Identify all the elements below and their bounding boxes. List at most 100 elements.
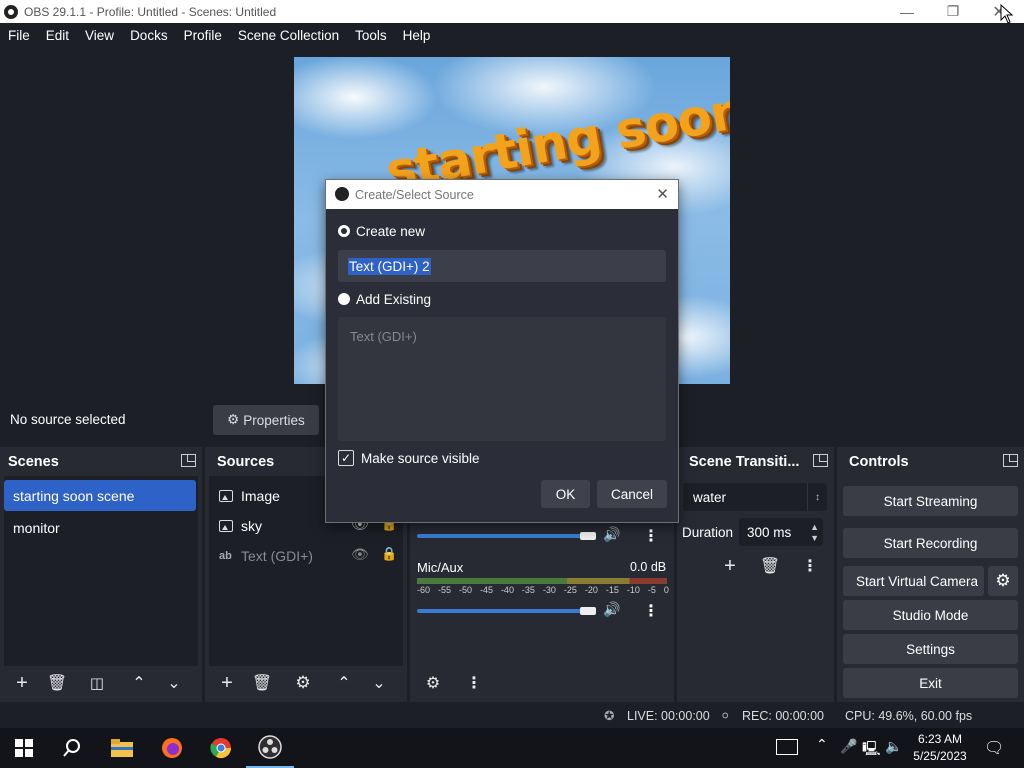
search-icon[interactable]	[48, 728, 96, 768]
speaker-icon[interactable]: 🔊	[603, 601, 620, 618]
close-window-button[interactable]: ✕	[976, 0, 1022, 23]
keyboard-icon[interactable]	[776, 739, 798, 755]
firefox-icon[interactable]	[148, 728, 196, 768]
menu-docks[interactable]: Docks	[122, 28, 176, 43]
add-existing-radio[interactable]	[338, 293, 350, 305]
menu-file[interactable]: File	[0, 28, 38, 43]
chevron-up-icon[interactable]: ⌃	[816, 736, 828, 753]
mixer-settings-button[interactable]: ⚙	[418, 669, 448, 697]
cancel-button[interactable]: Cancel	[597, 480, 667, 508]
lock-icon[interactable]: 🔒	[381, 546, 397, 562]
live-signal-icon: ✪	[604, 709, 615, 723]
source-item-image[interactable]: Image	[219, 484, 329, 508]
source-item-sky[interactable]: sky	[219, 514, 329, 538]
exit-button[interactable]: Exit	[843, 668, 1018, 698]
make-visible-checkbox[interactable]: ✓	[338, 450, 354, 466]
meter-tick: 0	[663, 585, 669, 595]
properties-button[interactable]: ⚙ Properties	[213, 405, 319, 435]
start-recording-button[interactable]: Start Recording	[843, 528, 1018, 558]
chrome-icon[interactable]	[197, 728, 245, 768]
source-item-text[interactable]: ab Text (GDI+)	[219, 544, 329, 568]
speaker-icon[interactable]: 🔊	[603, 526, 620, 543]
microphone-icon[interactable]: 🎤	[840, 738, 857, 755]
transitions-title: Scene Transiti...	[689, 453, 800, 470]
existing-source-item[interactable]: Text (GDI+)	[350, 329, 417, 344]
create-new-radio[interactable]	[338, 225, 350, 237]
meter-tick: -50	[458, 585, 472, 595]
delete-transition-button[interactable]: 🗑	[755, 552, 785, 580]
mic-level-meter	[417, 578, 667, 584]
source-name-input[interactable]: Text (GDI+) 2	[338, 250, 666, 282]
settings-button[interactable]: Settings	[843, 634, 1018, 664]
add-scene-button[interactable]: +	[7, 669, 37, 697]
transition-select[interactable]: water ↕	[683, 483, 827, 511]
start-streaming-button[interactable]: Start Streaming	[843, 486, 1018, 516]
visibility-hidden-icon[interactable]: 👁	[351, 546, 369, 563]
obs-taskbar-icon[interactable]	[246, 728, 294, 768]
move-scene-down-button[interactable]: ⌄	[159, 669, 189, 697]
delete-scene-button[interactable]: 🗑	[42, 669, 72, 697]
clock-time[interactable]: 6:23 AM	[914, 732, 966, 746]
spinner-down-icon[interactable]: ▼	[810, 533, 819, 543]
undock-icon[interactable]	[813, 454, 828, 467]
menu-scene-collection[interactable]: Scene Collection	[230, 28, 347, 43]
meter-tick: -20	[584, 585, 598, 595]
scene-item[interactable]: starting soon scene	[4, 480, 196, 511]
network-icon[interactable]: 🖳	[862, 738, 881, 762]
spinner-up-icon[interactable]: ▲	[810, 522, 819, 532]
menu-profile[interactable]: Profile	[176, 28, 230, 43]
scenes-title: Scenes	[8, 453, 59, 470]
meter-tick: -25	[563, 585, 577, 595]
move-source-down-button[interactable]: ⌄	[364, 669, 394, 697]
volume-slider[interactable]	[417, 534, 585, 538]
notifications-icon[interactable]: 🗨	[984, 738, 1004, 758]
create-select-source-dialog: Create/Select Source ✕ Create new Text (…	[325, 179, 679, 523]
text-icon: ab	[219, 550, 232, 562]
duration-input[interactable]: 300 ms ▲ ▼	[739, 518, 823, 546]
kebab-menu-icon[interactable]: ⋮	[643, 526, 659, 546]
file-explorer-icon[interactable]	[98, 728, 146, 768]
add-transition-button[interactable]: +	[715, 552, 745, 580]
studio-mode-button[interactable]: Studio Mode	[843, 600, 1018, 630]
obs-logo-icon	[4, 4, 18, 19]
add-source-button[interactable]: +	[212, 669, 242, 697]
existing-sources-list: Text (GDI+)	[338, 317, 666, 441]
no-source-label: No source selected	[10, 412, 126, 427]
menu-edit[interactable]: Edit	[38, 28, 77, 43]
clock-date[interactable]: 5/25/2023	[910, 749, 970, 763]
scene-filters-button[interactable]: ◫	[82, 669, 112, 697]
mixer-menu-button[interactable]: ⋮	[459, 669, 489, 697]
kebab-menu-icon[interactable]: ⋮	[643, 601, 659, 621]
mouse-cursor-icon	[1000, 3, 1014, 27]
transition-menu-button[interactable]: ⋮	[795, 552, 825, 580]
close-icon[interactable]: ✕	[656, 185, 669, 203]
ok-button[interactable]: OK	[541, 480, 590, 508]
scene-item[interactable]: monitor	[4, 512, 196, 543]
mic-volume-slider[interactable]	[417, 609, 585, 613]
properties-label: Properties	[243, 412, 305, 428]
source-label: Image	[241, 488, 280, 504]
add-existing-label: Add Existing	[356, 292, 432, 307]
undock-icon[interactable]	[1003, 454, 1018, 467]
maximize-button[interactable]: ❐	[930, 0, 976, 23]
menu-view[interactable]: View	[77, 28, 122, 43]
menu-tools[interactable]: Tools	[347, 28, 395, 43]
volume-slider-handle[interactable]	[580, 532, 596, 540]
move-scene-up-button[interactable]: ⌃	[124, 669, 154, 697]
undock-icon[interactable]	[181, 454, 196, 467]
windows-start-icon[interactable]	[0, 728, 48, 768]
menu-bar: File Edit View Docks Profile Scene Colle…	[0, 23, 1024, 47]
minimize-button[interactable]: —	[884, 0, 930, 23]
source-label: Text (GDI+)	[241, 548, 313, 564]
volume-icon[interactable]: 🔈	[885, 738, 902, 755]
mic-volume-slider-handle[interactable]	[580, 607, 596, 615]
scenes-dock: Scenes starting soon scene monitor + 🗑 ◫…	[0, 447, 202, 702]
virtual-camera-settings-button[interactable]: ⚙	[988, 566, 1018, 596]
move-source-up-button[interactable]: ⌃	[329, 669, 359, 697]
duration-label: Duration	[682, 525, 734, 540]
start-virtual-camera-button[interactable]: Start Virtual Camera	[843, 566, 984, 596]
delete-source-button[interactable]: 🗑	[247, 669, 277, 697]
menu-help[interactable]: Help	[395, 28, 439, 43]
title-bar: OBS 29.1.1 - Profile: Untitled - Scenes:…	[0, 0, 1024, 23]
source-properties-button[interactable]: ⚙	[288, 669, 318, 697]
